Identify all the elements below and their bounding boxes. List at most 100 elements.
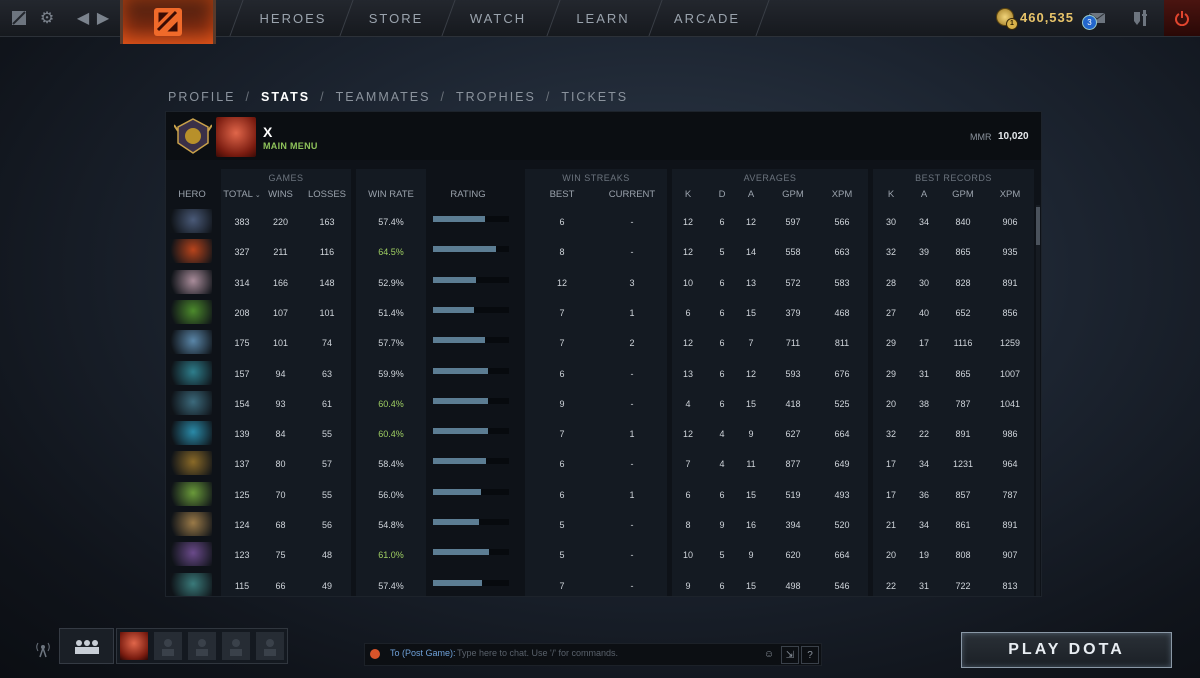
col-deaths[interactable]: D xyxy=(712,189,732,200)
col-total[interactable]: TOTAL ⌄ xyxy=(222,189,262,200)
chat-expand-icon[interactable]: ⇲ xyxy=(781,646,799,664)
table-row[interactable]: 327 211 116 64.5% 8 - 12 5 14 558 663 32 39 865 935 xyxy=(166,237,1034,267)
cell-d: 4 xyxy=(719,429,725,440)
table-row[interactable]: 137 80 57 58.4% 6 - 7 4 11 877 649 17 34 1231 964 xyxy=(166,449,1034,479)
table-row[interactable]: 125 70 55 56.0% 6 1 6 6 15 519 493 17 36 857 787 xyxy=(166,480,1034,510)
party-slot-empty[interactable] xyxy=(188,632,216,660)
table-row[interactable]: 115 66 49 57.4% 7 - 9 6 15 498 546 22 31 722 813 xyxy=(166,571,1034,596)
col-best-streak[interactable]: BEST xyxy=(544,189,580,200)
hero-portrait[interactable] xyxy=(170,330,212,355)
nav-store[interactable]: STORE xyxy=(346,0,446,36)
nav-heroes[interactable]: HEROES xyxy=(243,0,343,36)
col-xpm[interactable]: XPM xyxy=(827,189,857,200)
col-hero[interactable]: HERO xyxy=(172,189,212,200)
table-row[interactable]: 208 107 101 51.4% 7 1 6 6 15 379 468 27 40 652 856 xyxy=(166,298,1034,328)
hero-portrait[interactable] xyxy=(170,512,212,536)
hero-portrait[interactable] xyxy=(170,481,212,506)
cell-losses: 55 xyxy=(321,489,332,500)
col-win-rate[interactable]: WIN RATE xyxy=(361,189,421,200)
col-wins[interactable]: WINS xyxy=(263,189,298,200)
hero-portrait[interactable] xyxy=(170,451,212,476)
tab-trophies[interactable]: TROPHIES xyxy=(456,90,536,104)
chat-channel-icon[interactable] xyxy=(370,649,380,659)
tab-stats[interactable]: STATS xyxy=(261,90,310,104)
connection-antenna-icon[interactable] xyxy=(32,638,54,660)
col-assists[interactable]: A xyxy=(741,189,761,200)
col-gpm[interactable]: GPM xyxy=(778,189,808,200)
col-best-assists[interactable]: A xyxy=(914,189,934,200)
cell-rxpm: 1041 xyxy=(999,398,1021,409)
rating-bar-fill xyxy=(433,428,488,435)
hero-portrait[interactable] xyxy=(170,360,212,385)
cell-d: 6 xyxy=(719,217,725,227)
table-row[interactable]: 154 93 61 60.4% 9 - 4 6 15 418 525 20 38 787 1041 xyxy=(166,389,1034,419)
dota-logo-button[interactable] xyxy=(120,0,216,44)
hero-portrait[interactable] xyxy=(170,542,212,567)
rating-bar xyxy=(433,337,509,344)
hero-portrait[interactable] xyxy=(170,421,212,446)
table-row[interactable]: 124 68 56 54.8% 5 - 8 9 16 394 520 21 34 861 891 xyxy=(166,510,1034,540)
col-best-kills[interactable]: K xyxy=(881,189,901,200)
nav-arcade[interactable]: ARCADE xyxy=(657,0,757,36)
hero-portrait[interactable] xyxy=(170,269,212,294)
cell-rxpm: 964 xyxy=(1002,459,1018,470)
play-dota-button[interactable]: PLAY DOTA xyxy=(961,632,1172,668)
cell-d: 9 xyxy=(719,520,725,530)
col-kills[interactable]: K xyxy=(678,189,698,200)
nav-learn[interactable]: LEARN xyxy=(553,0,653,36)
table-row[interactable]: 123 75 48 61.0% 5 - 10 5 9 620 664 20 19 808 907 xyxy=(166,540,1034,570)
col-best-gpm[interactable]: GPM xyxy=(948,189,978,200)
gold-display[interactable]: 1 460,535 xyxy=(996,8,1074,30)
emoticon-icon[interactable]: ☺ xyxy=(761,646,777,662)
hero-portrait[interactable] xyxy=(170,299,212,324)
cell-wins: 94 xyxy=(275,368,286,379)
back-arrow-icon[interactable]: ◀ xyxy=(72,7,94,29)
cell-rk: 20 xyxy=(885,550,896,561)
cell-best: 6 xyxy=(559,368,565,379)
rating-bar-fill xyxy=(433,216,485,222)
settings-gear-icon[interactable]: ⚙ xyxy=(36,7,58,29)
hero-portrait[interactable] xyxy=(170,239,212,264)
cell-losses: 163 xyxy=(319,217,335,227)
cell-win-rate: 61.0% xyxy=(378,550,404,561)
party-slot-empty[interactable] xyxy=(222,632,250,660)
scrollbar-thumb[interactable] xyxy=(1036,207,1040,245)
party-slot-player-avatar[interactable] xyxy=(120,632,148,660)
cell-rk: 22 xyxy=(885,580,896,591)
chat-input[interactable]: To (Post Game): Type here to chat. Use '… xyxy=(364,643,822,666)
cell-current: - xyxy=(630,247,634,258)
tab-teammates[interactable]: TEAMMATES xyxy=(336,90,431,104)
hero-portrait[interactable] xyxy=(170,572,212,596)
table-row[interactable]: 383 220 163 57.4% 6 - 12 6 12 597 566 30 34 840 906 xyxy=(166,207,1034,237)
chat-channel-label[interactable]: To (Post Game): xyxy=(390,648,456,658)
cell-ra: 31 xyxy=(918,368,929,379)
cell-current: 1 xyxy=(629,429,635,440)
party-button[interactable] xyxy=(59,628,114,664)
cell-current: 1 xyxy=(629,307,635,318)
rank-medal-icon[interactable] xyxy=(174,117,212,155)
table-row[interactable]: 139 84 55 60.4% 7 1 12 4 9 627 664 32 22 891 986 xyxy=(166,419,1034,449)
tab-profile[interactable]: PROFILE xyxy=(168,90,236,104)
party-slot-empty[interactable] xyxy=(256,632,284,660)
table-row[interactable]: 175 101 74 57.7% 7 2 12 6 7 711 811 29 17 1116 1259 xyxy=(166,328,1034,358)
chat-help-button[interactable]: ? xyxy=(801,646,819,664)
forward-arrow-icon[interactable]: ▶ xyxy=(92,7,114,29)
table-row[interactable]: 157 94 63 59.9% 6 - 13 6 12 593 676 29 31 865 1007 xyxy=(166,359,1034,389)
col-current-streak[interactable]: CURRENT xyxy=(604,189,660,200)
scrollbar[interactable] xyxy=(1036,205,1040,596)
party-slot-empty[interactable] xyxy=(154,632,182,660)
cell-losses: 116 xyxy=(319,247,335,258)
armory-icon[interactable] xyxy=(1130,7,1152,29)
hero-portrait[interactable] xyxy=(170,209,212,233)
tab-tickets[interactable]: TICKETS xyxy=(561,90,628,104)
player-avatar[interactable] xyxy=(216,117,256,157)
nav-watch[interactable]: WATCH xyxy=(448,0,548,36)
col-losses[interactable]: LOSSES xyxy=(304,189,350,200)
power-button[interactable] xyxy=(1164,0,1200,36)
table-row[interactable]: 314 166 148 52.9% 12 3 10 6 13 572 583 28 30 828 891 xyxy=(166,268,1034,298)
dashboard-icon[interactable] xyxy=(8,7,30,29)
col-rating[interactable]: RATING xyxy=(438,189,498,200)
col-best-xpm[interactable]: XPM xyxy=(995,189,1025,200)
cell-d: 6 xyxy=(719,368,725,379)
hero-portrait[interactable] xyxy=(170,390,212,415)
